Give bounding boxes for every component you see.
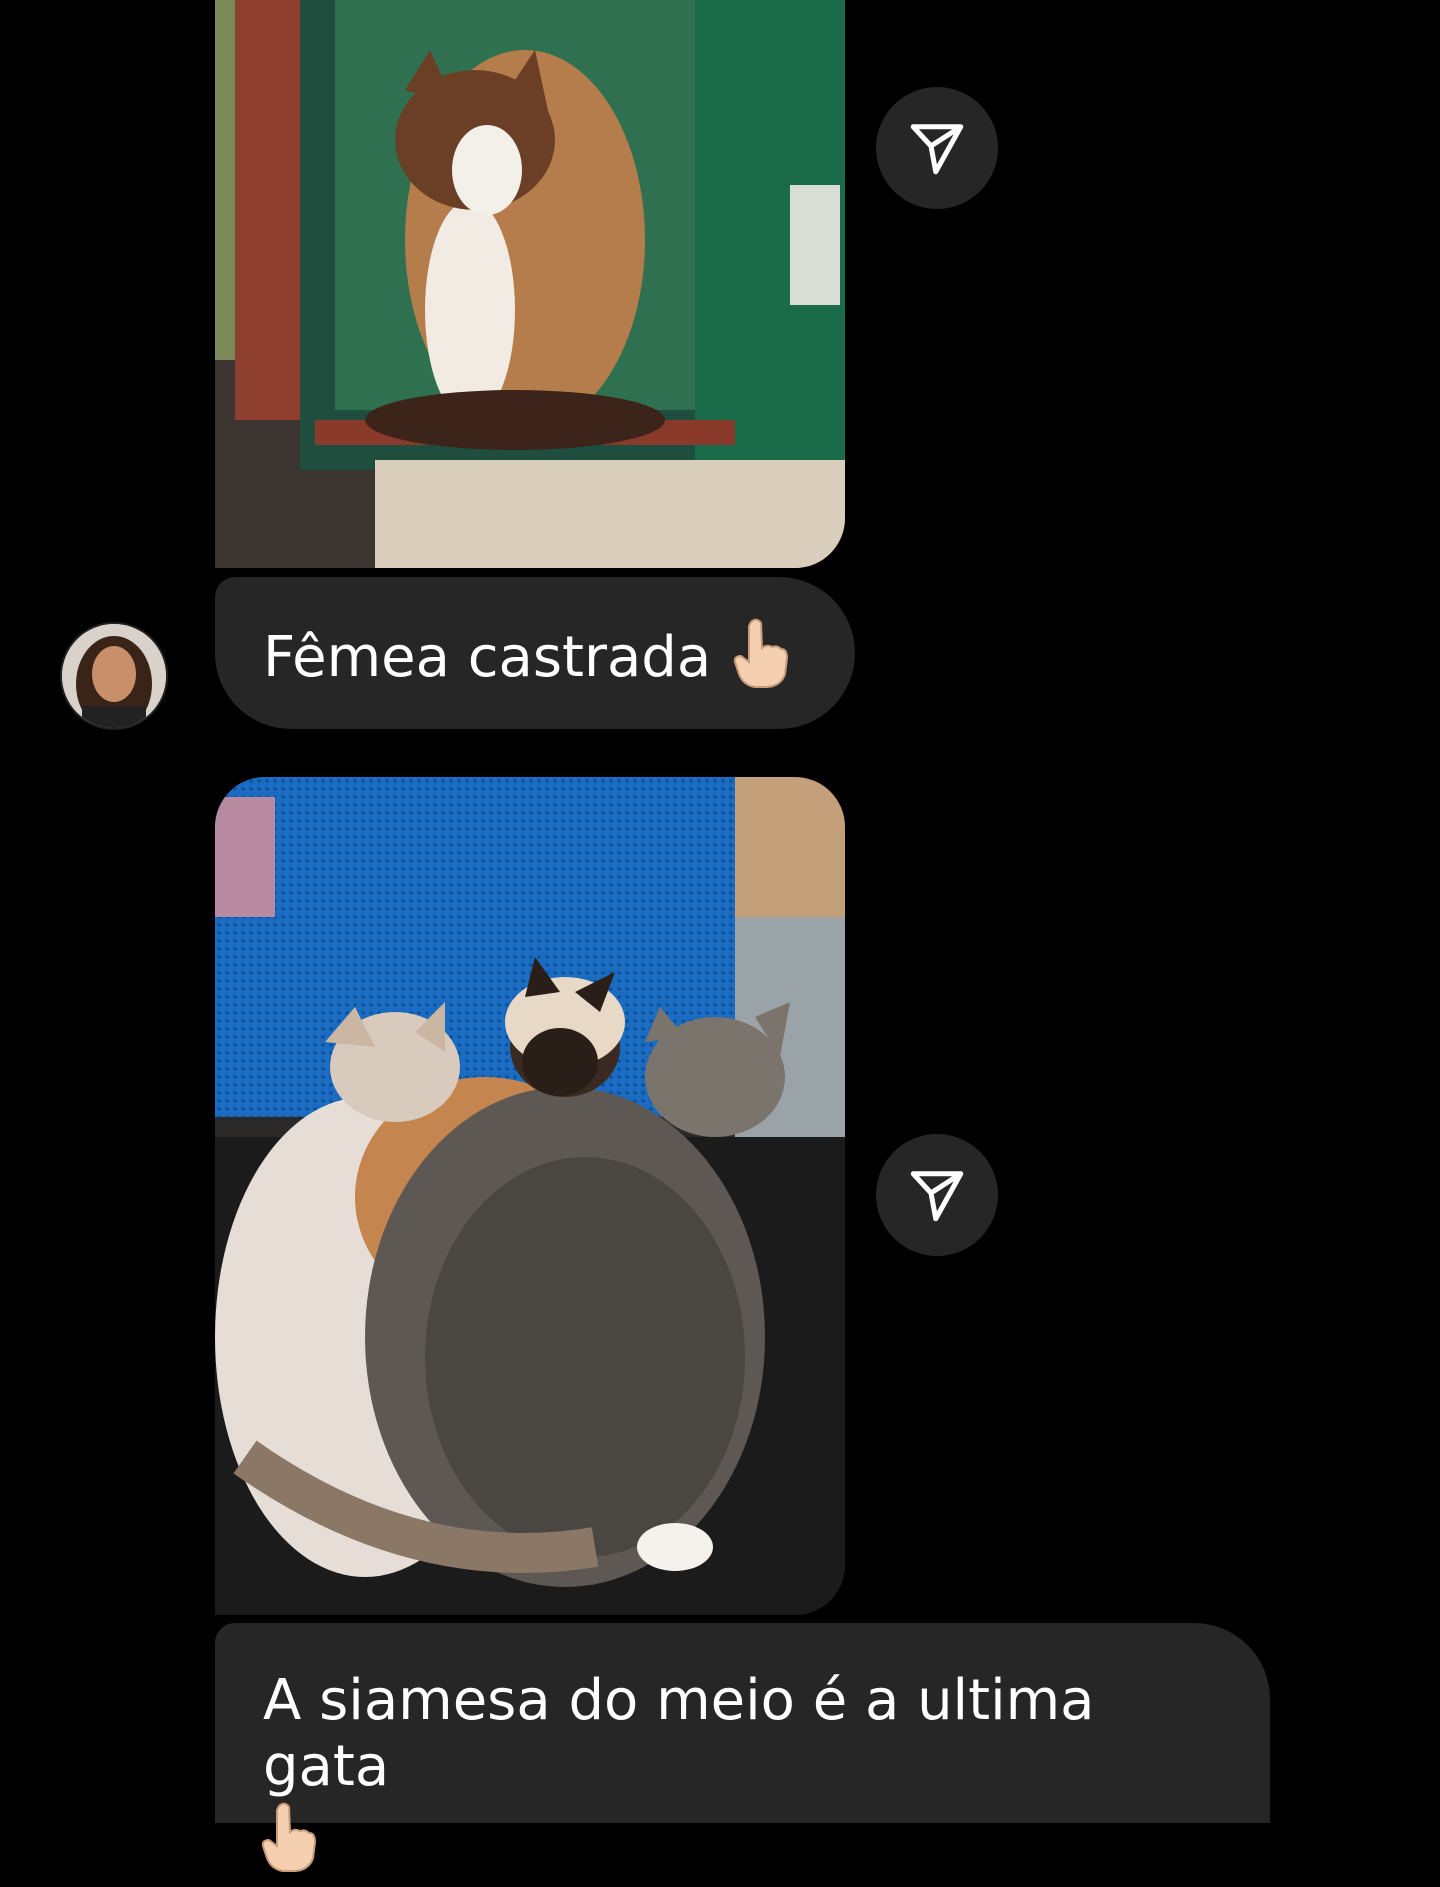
cats-photo-image (215, 777, 845, 1615)
paper-plane-icon (910, 124, 964, 175)
paper-plane-icon (910, 1171, 964, 1222)
message-text: A siamesa do meio é a ultima gata (263, 1668, 1095, 1799)
cat-photo-image (215, 0, 845, 568)
message-photo-cat[interactable] (215, 0, 845, 568)
share-button[interactable] (876, 1134, 998, 1256)
message-bubble[interactable]: A siamesa do meio é a ultima gata (215, 1623, 1270, 1872)
avatar[interactable] (62, 624, 166, 728)
message-text: Fêmea castrada (263, 625, 712, 690)
message-photo-cats[interactable] (215, 777, 845, 1615)
message-bubble[interactable]: Fêmea castrada (215, 577, 855, 729)
avatar-image (62, 624, 166, 728)
share-button[interactable] (876, 87, 998, 209)
pointing-up-hand-icon (731, 618, 789, 703)
pointing-up-hand-icon (259, 1802, 1230, 1887)
